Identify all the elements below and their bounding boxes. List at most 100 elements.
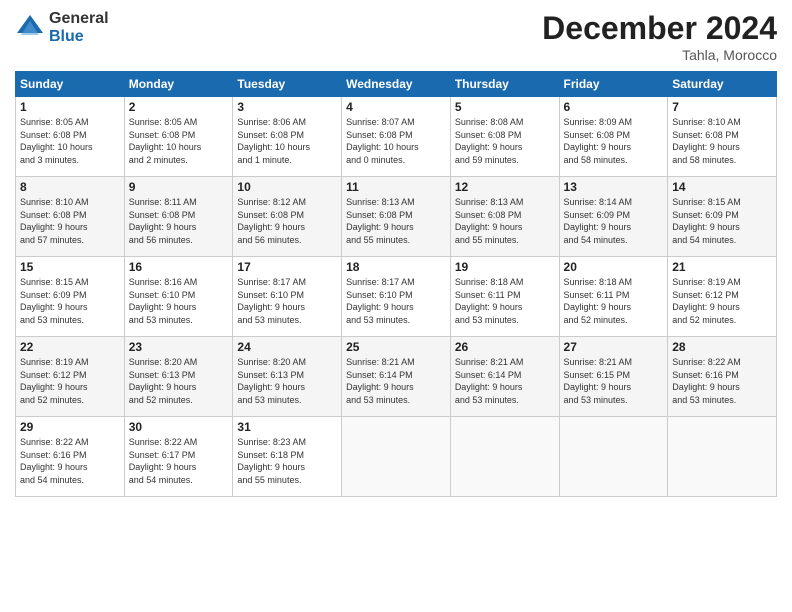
day-info: Sunrise: 8:22 AM Sunset: 6:17 PM Dayligh… xyxy=(129,436,229,486)
day-number: 3 xyxy=(237,100,337,114)
calendar-week-3: 15Sunrise: 8:15 AM Sunset: 6:09 PM Dayli… xyxy=(16,257,777,337)
day-info: Sunrise: 8:13 AM Sunset: 6:08 PM Dayligh… xyxy=(346,196,446,246)
calendar-week-1: 1 Sunrise: 8:05 AM Sunset: 6:08 PM Daylig… xyxy=(16,97,777,177)
calendar-cell: 23Sunrise: 8:20 AM Sunset: 6:13 PM Dayli… xyxy=(124,337,233,417)
logo: General Blue xyxy=(15,10,109,45)
month-title: December 2024 xyxy=(542,10,777,47)
calendar-cell: 20 Sunrise: 8:18 AM Sunset: 6:11 PM Dayli… xyxy=(559,257,668,337)
day-info: Sunrise: 8:18 AM Sunset: 6:11 PM Dayligh… xyxy=(564,276,664,326)
day-number: 12 xyxy=(455,180,555,194)
location: Tahla, Morocco xyxy=(542,47,777,63)
day-number: 14 xyxy=(672,180,772,194)
day-info: Sunrise: 8:21 AM Sunset: 6:14 PM Dayligh… xyxy=(346,356,446,406)
day-number: 21 xyxy=(672,260,772,274)
day-info: Sunrise: 8:21 AM Sunset: 6:15 PM Dayligh… xyxy=(564,356,664,406)
calendar-cell: 5 Sunrise: 8:08 AM Sunset: 6:08 PM Daylig… xyxy=(450,97,559,177)
day-number: 16 xyxy=(129,260,229,274)
day-number: 11 xyxy=(346,180,446,194)
calendar-cell: 12 Sunrise: 8:13 AM Sunset: 6:08 PM Dayli… xyxy=(450,177,559,257)
calendar-header-saturday: Saturday xyxy=(668,72,777,97)
day-info: Sunrise: 8:13 AM Sunset: 6:08 PM Dayligh… xyxy=(455,196,555,246)
calendar-cell: 21 Sunrise: 8:19 AM Sunset: 6:12 PM Dayli… xyxy=(668,257,777,337)
calendar-cell: 6Sunrise: 8:09 AM Sunset: 6:08 PM Daylig… xyxy=(559,97,668,177)
day-number: 19 xyxy=(455,260,555,274)
logo-text: General Blue xyxy=(49,10,109,45)
day-info: Sunrise: 8:22 AM Sunset: 6:16 PM Dayligh… xyxy=(20,436,120,486)
day-number: 25 xyxy=(346,340,446,354)
day-info: Sunrise: 8:16 AM Sunset: 6:10 PM Dayligh… xyxy=(129,276,229,326)
day-info: Sunrise: 8:10 AM Sunset: 6:08 PM Dayligh… xyxy=(672,116,772,166)
calendar-cell xyxy=(342,417,451,497)
calendar-cell: 11 Sunrise: 8:13 AM Sunset: 6:08 PM Dayli… xyxy=(342,177,451,257)
day-info: Sunrise: 8:17 AM Sunset: 6:10 PM Dayligh… xyxy=(346,276,446,326)
day-number: 4 xyxy=(346,100,446,114)
day-info: Sunrise: 8:18 AM Sunset: 6:11 PM Dayligh… xyxy=(455,276,555,326)
calendar-cell: 19 Sunrise: 8:18 AM Sunset: 6:11 PM Dayli… xyxy=(450,257,559,337)
calendar-cell: 10Sunrise: 8:12 AM Sunset: 6:08 PM Dayli… xyxy=(233,177,342,257)
day-number: 5 xyxy=(455,100,555,114)
calendar-cell: 1 Sunrise: 8:05 AM Sunset: 6:08 PM Daylig… xyxy=(16,97,125,177)
calendar-cell: 28Sunrise: 8:22 AM Sunset: 6:16 PM Dayli… xyxy=(668,337,777,417)
day-info: Sunrise: 8:20 AM Sunset: 6:13 PM Dayligh… xyxy=(237,356,337,406)
calendar-cell: 29 Sunrise: 8:22 AM Sunset: 6:16 PM Dayli… xyxy=(16,417,125,497)
calendar-cell xyxy=(668,417,777,497)
logo-general-text: General xyxy=(49,10,109,28)
day-number: 26 xyxy=(455,340,555,354)
day-info: Sunrise: 8:05 AM Sunset: 6:08 PM Dayligh… xyxy=(129,116,229,166)
day-info: Sunrise: 8:10 AM Sunset: 6:08 PM Dayligh… xyxy=(20,196,120,246)
day-number: 20 xyxy=(564,260,664,274)
calendar-cell xyxy=(559,417,668,497)
page: General Blue December 2024 Tahla, Morocc… xyxy=(0,0,792,612)
day-info: Sunrise: 8:05 AM Sunset: 6:08 PM Dayligh… xyxy=(20,116,120,166)
calendar-header-wednesday: Wednesday xyxy=(342,72,451,97)
calendar-cell xyxy=(450,417,559,497)
calendar-cell: 4 Sunrise: 8:07 AM Sunset: 6:08 PM Daylig… xyxy=(342,97,451,177)
day-info: Sunrise: 8:21 AM Sunset: 6:14 PM Dayligh… xyxy=(455,356,555,406)
calendar-cell: 25 Sunrise: 8:21 AM Sunset: 6:14 PM Dayli… xyxy=(342,337,451,417)
calendar-cell: 16 Sunrise: 8:16 AM Sunset: 6:10 PM Dayli… xyxy=(124,257,233,337)
day-number: 1 xyxy=(20,100,120,114)
day-info: Sunrise: 8:11 AM Sunset: 6:08 PM Dayligh… xyxy=(129,196,229,246)
day-number: 6 xyxy=(564,100,664,114)
day-number: 9 xyxy=(129,180,229,194)
day-number: 28 xyxy=(672,340,772,354)
day-number: 27 xyxy=(564,340,664,354)
day-info: Sunrise: 8:19 AM Sunset: 6:12 PM Dayligh… xyxy=(20,356,120,406)
day-number: 7 xyxy=(672,100,772,114)
day-info: Sunrise: 8:20 AM Sunset: 6:13 PM Dayligh… xyxy=(129,356,229,406)
day-number: 31 xyxy=(237,420,337,434)
calendar-cell: 31Sunrise: 8:23 AM Sunset: 6:18 PM Dayli… xyxy=(233,417,342,497)
day-info: Sunrise: 8:17 AM Sunset: 6:10 PM Dayligh… xyxy=(237,276,337,326)
day-info: Sunrise: 8:19 AM Sunset: 6:12 PM Dayligh… xyxy=(672,276,772,326)
calendar-header-monday: Monday xyxy=(124,72,233,97)
calendar-header-friday: Friday xyxy=(559,72,668,97)
day-number: 17 xyxy=(237,260,337,274)
calendar-header-tuesday: Tuesday xyxy=(233,72,342,97)
day-number: 10 xyxy=(237,180,337,194)
calendar-cell: 7 Sunrise: 8:10 AM Sunset: 6:08 PM Daylig… xyxy=(668,97,777,177)
calendar-cell: 18 Sunrise: 8:17 AM Sunset: 6:10 PM Dayli… xyxy=(342,257,451,337)
calendar-cell: 9 Sunrise: 8:11 AM Sunset: 6:08 PM Daylig… xyxy=(124,177,233,257)
day-info: Sunrise: 8:08 AM Sunset: 6:08 PM Dayligh… xyxy=(455,116,555,166)
calendar: SundayMondayTuesdayWednesdayThursdayFrid… xyxy=(15,71,777,497)
day-number: 18 xyxy=(346,260,446,274)
calendar-header-row: SundayMondayTuesdayWednesdayThursdayFrid… xyxy=(16,72,777,97)
calendar-cell: 24 Sunrise: 8:20 AM Sunset: 6:13 PM Dayli… xyxy=(233,337,342,417)
calendar-cell: 22Sunrise: 8:19 AM Sunset: 6:12 PM Dayli… xyxy=(16,337,125,417)
day-number: 29 xyxy=(20,420,120,434)
calendar-week-2: 8 Sunrise: 8:10 AM Sunset: 6:08 PM Daylig… xyxy=(16,177,777,257)
day-number: 24 xyxy=(237,340,337,354)
day-number: 8 xyxy=(20,180,120,194)
calendar-cell: 27 Sunrise: 8:21 AM Sunset: 6:15 PM Dayli… xyxy=(559,337,668,417)
day-info: Sunrise: 8:07 AM Sunset: 6:08 PM Dayligh… xyxy=(346,116,446,166)
calendar-cell: 8 Sunrise: 8:10 AM Sunset: 6:08 PM Daylig… xyxy=(16,177,125,257)
calendar-header-sunday: Sunday xyxy=(16,72,125,97)
calendar-cell: 13Sunrise: 8:14 AM Sunset: 6:09 PM Dayli… xyxy=(559,177,668,257)
title-block: December 2024 Tahla, Morocco xyxy=(542,10,777,63)
logo-blue-text: Blue xyxy=(49,28,109,46)
calendar-cell: 15Sunrise: 8:15 AM Sunset: 6:09 PM Dayli… xyxy=(16,257,125,337)
day-info: Sunrise: 8:15 AM Sunset: 6:09 PM Dayligh… xyxy=(672,196,772,246)
day-number: 30 xyxy=(129,420,229,434)
day-info: Sunrise: 8:14 AM Sunset: 6:09 PM Dayligh… xyxy=(564,196,664,246)
calendar-header-thursday: Thursday xyxy=(450,72,559,97)
